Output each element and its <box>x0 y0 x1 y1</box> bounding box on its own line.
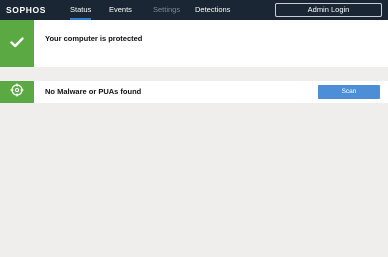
scan-result-title: No Malware or PUAs found <box>45 87 142 96</box>
tab-detections[interactable]: Detections <box>195 4 230 16</box>
tab-settings: Settings <box>153 5 181 14</box>
admin-login-button[interactable]: Admin Login <box>275 3 382 17</box>
tab-status[interactable]: Status <box>70 4 92 20</box>
sophos-logo: SOPHOS <box>6 5 46 15</box>
checkmark-icon <box>10 35 24 53</box>
sophos-app-window: SOPHOS Status Events Settings Detections… <box>0 0 388 257</box>
malware-scan-card: No Malware or PUAs found Scan <box>0 81 388 103</box>
protection-status-badge <box>0 20 34 67</box>
protection-status-card: Your computer is protected <box>0 20 388 67</box>
crosshair-icon <box>10 83 24 102</box>
top-navigation-bar: SOPHOS Status Events Settings Detections… <box>0 0 388 20</box>
protection-status-title: Your computer is protected <box>45 34 143 43</box>
tab-events[interactable]: Events <box>109 4 132 16</box>
scan-status-badge <box>0 81 34 103</box>
scan-button[interactable]: Scan <box>318 85 380 99</box>
